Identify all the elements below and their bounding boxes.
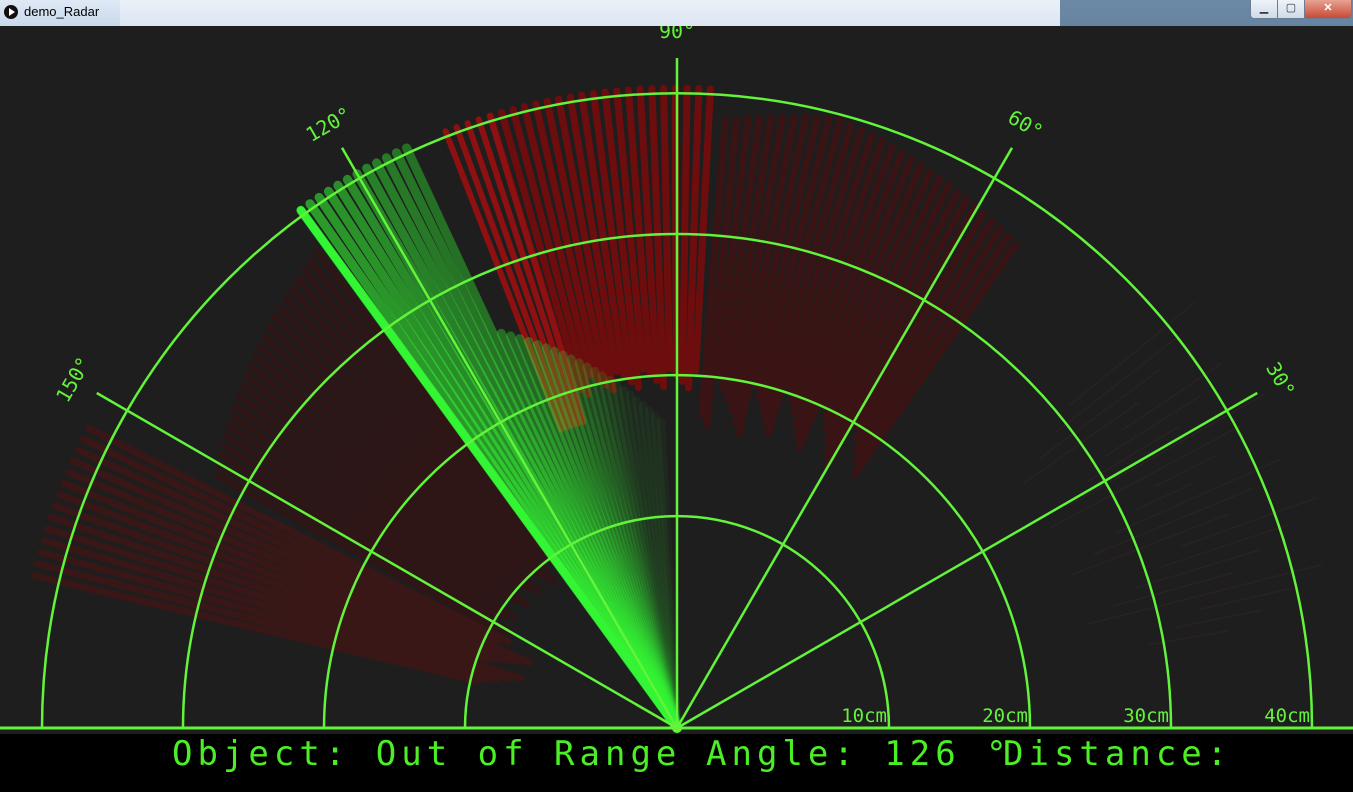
angle-label: 60°: [1004, 105, 1047, 144]
object-trace: [1114, 458, 1281, 534]
radar-display: 150° 120° 90° 60° 30° 10cm 20cm 30cm 40cm: [0, 26, 1353, 733]
angle-spoke: [676, 391, 1258, 730]
object-trace: [1069, 393, 1265, 506]
background-window-blur: [120, 0, 1060, 26]
angle-label: 30°: [1261, 358, 1300, 401]
status-bar: Object: Out of Range Angle: 126 ° Distan…: [0, 734, 1353, 792]
object-trace: [1180, 496, 1318, 548]
object-trace: [1135, 482, 1193, 511]
distance-status: Distance:: [1003, 734, 1233, 774]
window-title: demo_Radar: [24, 4, 100, 19]
angle-label: 150°: [51, 353, 96, 407]
object-trace: [1105, 395, 1202, 457]
distance-label: 10cm: [841, 705, 887, 727]
object-trace: [1087, 425, 1180, 482]
object-trace: [1071, 513, 1228, 576]
angle-status: Angle: 126 °: [706, 734, 1012, 774]
object-trace: [1154, 454, 1218, 488]
app-icon: [4, 5, 18, 19]
maximize-button[interactable]: ▢: [1277, 0, 1305, 19]
object-status: Object: Out of Range: [172, 734, 682, 774]
maximize-icon: ▢: [1285, 2, 1297, 14]
object-trace: [1121, 362, 1223, 431]
object-trace: [1174, 609, 1262, 629]
minimize-icon: ▁: [1259, 2, 1269, 14]
distance-label: 40cm: [1264, 705, 1310, 727]
angle-label: 120°: [302, 102, 356, 147]
minimize-button[interactable]: ▁: [1250, 0, 1278, 19]
close-button[interactable]: ✕: [1304, 0, 1352, 19]
close-icon: ✕: [1323, 2, 1333, 14]
angle-label: 90°: [659, 26, 695, 43]
window-titlebar[interactable]: demo_Radar ▁ ▢ ✕: [0, 0, 1353, 26]
distance-label: 20cm: [982, 705, 1028, 727]
radar-origin: [672, 723, 682, 733]
object-trace: [1111, 572, 1232, 608]
distance-label: 30cm: [1123, 705, 1169, 727]
object-trace: [1087, 564, 1323, 625]
